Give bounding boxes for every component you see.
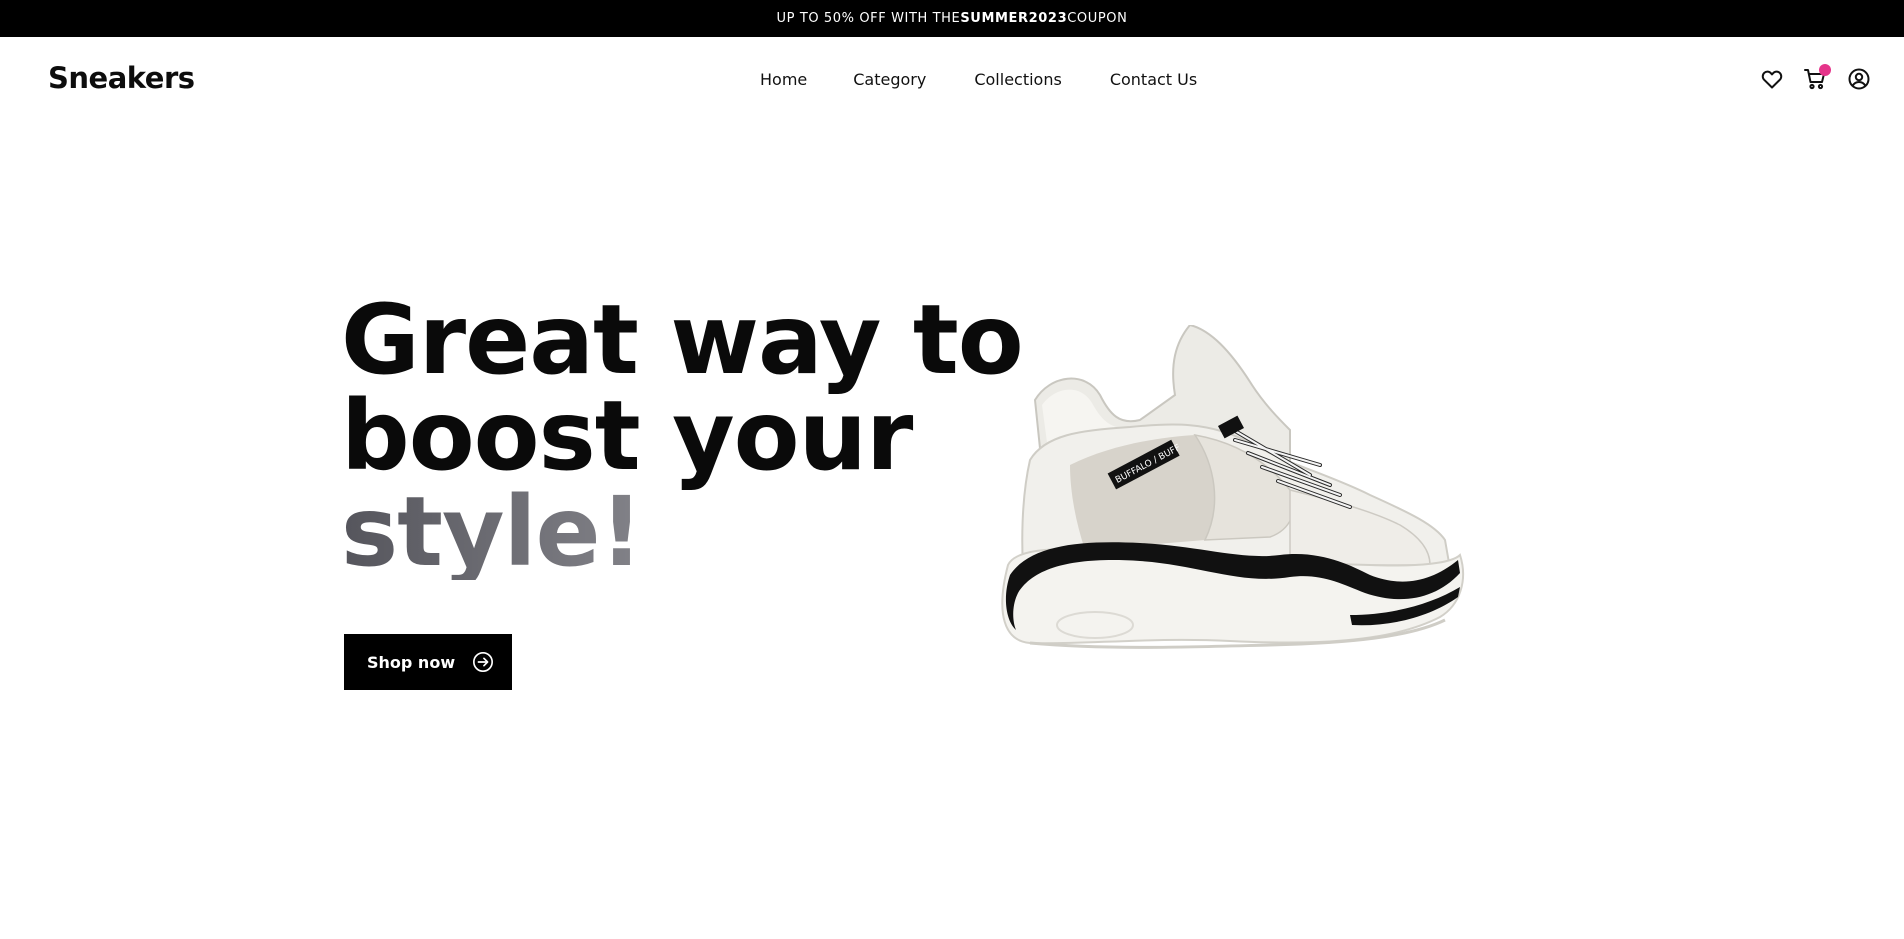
hero-title-line-2: boost your (341, 380, 913, 492)
shop-now-button[interactable]: Shop now (344, 634, 512, 690)
cart-badge-dot (1819, 64, 1831, 76)
promo-bar: UP TO 50% OFF WITH THE SUMMER2023 COUPON (0, 0, 1904, 37)
main-nav: Home Category Collections Contact Us (760, 70, 1197, 89)
promo-prefix: UP TO 50% OFF WITH THE (776, 11, 961, 26)
promo-code: SUMMER2023 (960, 11, 1068, 26)
brand-logo[interactable]: Sneakers (48, 61, 195, 95)
hero-title-accent: style! (341, 484, 1023, 580)
sneaker-image: BUFFALO / BUFF (1001, 325, 1465, 649)
hero-title-line-1: Great way to (341, 284, 1024, 396)
heart-icon[interactable] (1760, 67, 1784, 91)
nav-link-category[interactable]: Category (853, 70, 926, 89)
shop-now-label: Shop now (367, 652, 456, 672)
site-header: Sneakers Home Category Collections Conta… (0, 37, 1904, 123)
promo-suffix: COUPON (1067, 11, 1128, 26)
nav-link-contact-us[interactable]: Contact Us (1110, 70, 1197, 89)
arrow-right-circle-icon (473, 652, 493, 672)
hero-title: Great way to boost your style! (341, 284, 1024, 580)
nav-link-home[interactable]: Home (760, 70, 807, 89)
nav-link-collections[interactable]: Collections (974, 70, 1061, 89)
user-icon[interactable] (1847, 67, 1871, 91)
